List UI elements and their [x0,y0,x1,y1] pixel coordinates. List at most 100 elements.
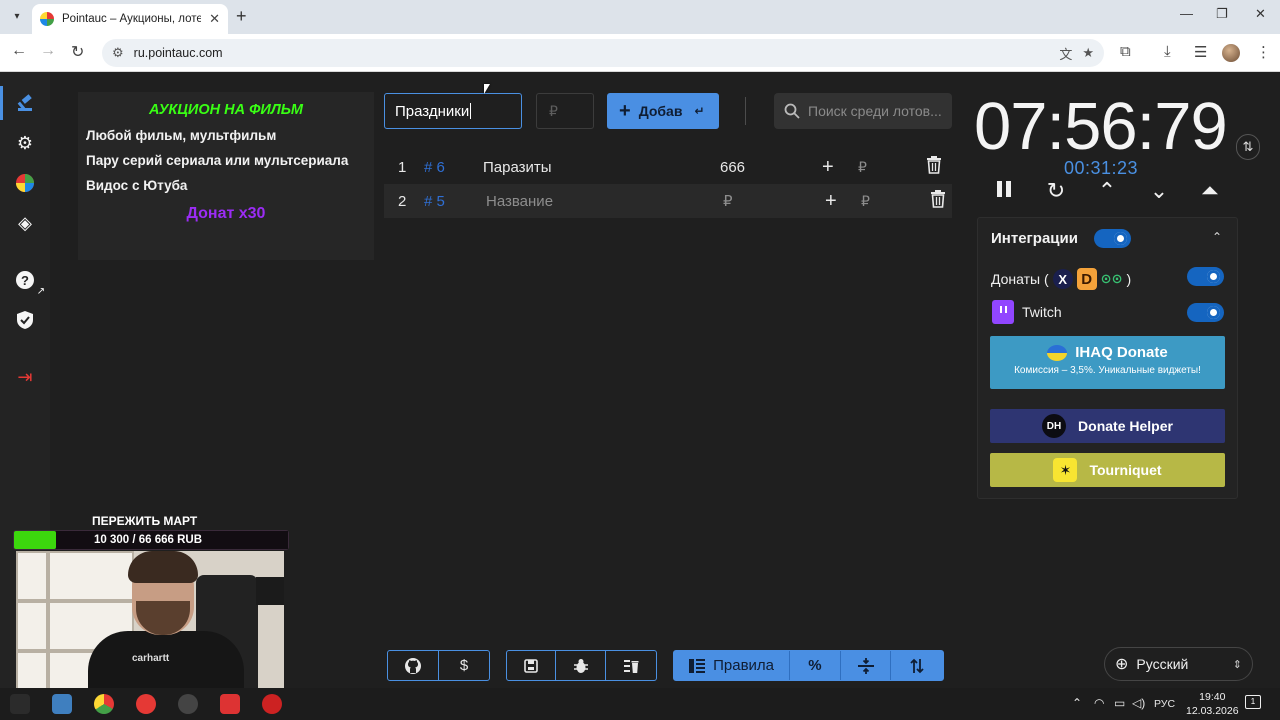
ihaq-donate-button[interactable]: IHAQ Donate Комиссия – 3,5%. Уникальные … [990,336,1225,389]
add-lot-button[interactable]: + Добав ↵ [607,93,719,129]
lot-amount[interactable]: ₽ [723,192,733,210]
save-icon[interactable] [507,651,557,680]
forward-icon[interactable]: → [40,42,56,60]
donate-helper-logo-icon: DH [1042,414,1067,438]
reading-list-icon[interactable]: ☰ [1194,43,1207,61]
chevron-up-icon[interactable]: ⌃ [1212,230,1222,244]
add-time-icon[interactable]: ⌃ [1094,178,1120,204]
help-icon[interactable]: ? [14,269,36,291]
lot-add-amount-input[interactable]: ₽ [858,159,867,176]
reload-icon[interactable]: ↻ [71,42,84,62]
maximize-icon[interactable]: ❐ [1216,6,1228,22]
close-window-icon[interactable]: ✕ [1255,6,1266,22]
add-amount-icon[interactable]: + [822,156,834,179]
wifi-icon[interactable]: ◠ [1094,696,1104,710]
download-icon[interactable]: ⤓ [1164,43,1171,60]
minimize-icon[interactable]: — [1180,6,1193,21]
lot-search-input[interactable]: Поиск среди лотов... [774,93,952,129]
browser-menu-icon[interactable]: ⋮ [1256,43,1271,61]
restart-icon[interactable]: ↻ [1043,178,1069,204]
start-icon[interactable] [10,694,30,714]
tab-close-icon[interactable]: ✕ [209,11,220,27]
layers-icon[interactable]: ◈ [14,212,36,234]
lot-number: # 6 [424,158,445,176]
site-info-icon[interactable]: ⚙ [112,45,124,61]
battery-icon[interactable]: ▭ [1114,696,1125,710]
rules-title: АУКЦИОН НА ФИЛЬМ [149,102,303,118]
github-icon[interactable] [388,651,439,680]
tray-chevron-icon[interactable]: ⌃ [1072,696,1082,710]
tourniquet-label: Tourniquet [1089,462,1162,478]
notifications-icon[interactable]: 1 [1245,695,1261,709]
logout-icon[interactable]: ⇥ [14,366,36,388]
percent-button[interactable]: % [790,651,841,680]
stream-goal-text: 10 300 / 66 666 RUB [94,534,203,546]
extensions-icon[interactable]: ⧉ [1120,43,1131,60]
swap-timer-icon[interactable]: ⇅ [1236,134,1260,160]
site-favicon-icon [40,12,54,26]
links-group: $ [387,650,490,681]
browser-tab-active[interactable]: Pointauc – Аукционы, лотереи ✕ [32,4,228,34]
enter-key-icon: ↵ [694,104,705,118]
shield-icon[interactable] [14,309,36,331]
taskbar-app-icon[interactable] [262,694,282,714]
bug-icon[interactable] [556,651,606,680]
lot-name[interactable]: Паразиты [483,159,552,176]
sort-icon[interactable] [891,651,943,680]
taskbar-opera-icon[interactable] [136,694,156,714]
bookmark-star-icon[interactable]: ★ [1082,45,1094,61]
twitch-label: Twitch [1022,304,1062,320]
lot-index: 1 [398,158,407,176]
taskbar-app-explorer-icon[interactable] [52,694,72,714]
lot-name-input[interactable]: Праздники [384,93,522,129]
clear-list-icon[interactable] [606,651,656,680]
taskbar-chrome-icon[interactable] [94,694,114,714]
tab-search-dropdown-icon[interactable]: ▾ [8,7,26,25]
input-language[interactable]: РУС [1154,698,1175,710]
taskbar-app-icon[interactable] [220,694,240,714]
address-bar[interactable]: ⚙ ru.pointauc.com 文 ★ [102,39,1104,67]
lot-price-input[interactable]: ₽ [536,93,594,129]
mouse-cursor [484,84,490,94]
compact-view-icon[interactable] [841,651,892,680]
search-placeholder: Поиск среди лотов... [808,103,942,119]
taskbar-app-icon[interactable] [178,694,198,714]
gear-icon[interactable]: ⚙ [14,132,36,154]
subtract-time-icon[interactable]: ⌄ [1146,178,1172,204]
shelf-divider [46,551,50,705]
lot-amount[interactable]: 666 [720,159,745,176]
rules-button[interactable]: Правила [674,651,791,680]
main-timer: 07:56:79 [974,89,1228,164]
donate-dollar-icon[interactable]: $ [439,651,489,680]
pause-icon[interactable] [991,178,1017,204]
donations-toggle[interactable] [1187,267,1224,286]
donationalerts-logo-icon: D [1076,268,1097,290]
trash-icon[interactable] [926,156,942,178]
language-select[interactable]: ⊕ Русский ⇕ [1104,647,1253,681]
profile-avatar[interactable] [1222,44,1240,62]
volume-icon[interactable]: ◁) [1132,696,1145,710]
trash-icon[interactable] [930,190,946,212]
language-selected: Русский [1136,656,1189,672]
lot-add-amount-input[interactable]: ₽ [861,193,870,210]
twitch-toggle[interactable] [1187,303,1224,322]
translate-icon[interactable]: 文 [1059,44,1072,63]
rules-icon [689,658,706,673]
back-icon[interactable]: ← [11,42,27,60]
sub-timer: 00:31:23 [1064,158,1139,178]
gavel-icon[interactable] [14,92,36,114]
os-taskbar: ⌃ ◠ ▭ ◁) РУС 19:40 12.03.2026 1 [0,688,1280,720]
taskbar-clock[interactable]: 19:40 12.03.2026 [1186,690,1239,718]
double-time-icon[interactable]: ⏶ [1197,178,1223,204]
donate-helper-button[interactable]: DH Donate Helper [990,409,1225,443]
rules-card: АУКЦИОН НА ФИЛЬМ Любой фильм, мультфильм… [78,92,374,260]
browser-tabbar: ▾ Pointauc – Аукционы, лотереи ✕ + — ❐ ✕ [0,0,1280,34]
wheel-icon[interactable] [14,172,36,194]
new-tab-icon[interactable]: + [236,6,247,27]
integrations-toggle[interactable] [1094,229,1131,248]
lot-name[interactable]: Название [486,193,553,210]
add-amount-icon[interactable]: + [825,190,837,213]
lot-price-placeholder: ₽ [549,102,558,119]
tourniquet-button[interactable]: ✶ Tourniquet [990,453,1225,487]
search-icon [784,103,800,119]
